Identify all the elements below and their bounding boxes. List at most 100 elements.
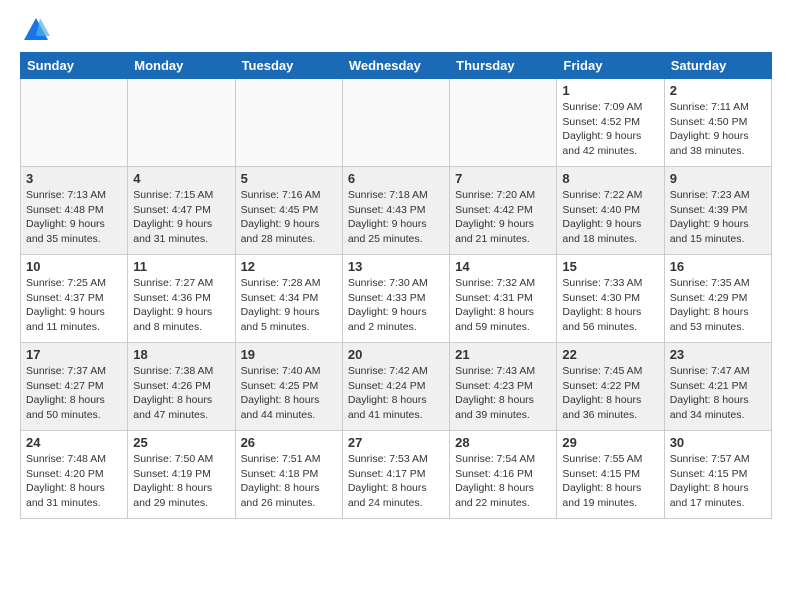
calendar-week-row: 3Sunrise: 7:13 AM Sunset: 4:48 PM Daylig…: [21, 167, 772, 255]
logo-icon: [22, 16, 50, 44]
day-number: 13: [348, 259, 444, 274]
day-info: Sunrise: 7:48 AM Sunset: 4:20 PM Dayligh…: [26, 452, 122, 511]
calendar-cell: 15 Sunrise: 7:33 AM Sunset: 4:30 PM Dayli…: [557, 255, 664, 343]
day-info: Sunrise: 7:55 AM Sunset: 4:15 PM Dayligh…: [562, 452, 658, 511]
day-info: Sunrise: 7:20 AM Sunset: 4:42 PM Dayligh…: [455, 188, 551, 247]
calendar-cell: 1 Sunrise: 7:09 AM Sunset: 4:52 PM Daylig…: [557, 79, 664, 167]
calendar-week-row: 10Sunrise: 7:25 AM Sunset: 4:37 PM Dayli…: [21, 255, 772, 343]
day-number: 15: [562, 259, 658, 274]
day-info: Sunrise: 7:30 AM Sunset: 4:33 PM Dayligh…: [348, 276, 444, 335]
calendar-cell: 4 Sunrise: 7:15 AM Sunset: 4:47 PM Daylig…: [128, 167, 235, 255]
day-info: Sunrise: 7:11 AM Sunset: 4:50 PM Dayligh…: [670, 100, 766, 159]
calendar-cell: [342, 79, 449, 167]
calendar-cell: 27Sunrise: 7:53 AM Sunset: 4:17 PM Dayli…: [342, 431, 449, 519]
day-number: 25: [133, 435, 229, 450]
day-number: 14: [455, 259, 551, 274]
calendar-cell: 16 Sunrise: 7:35 AM Sunset: 4:29 PM Dayli…: [664, 255, 771, 343]
day-info: Sunrise: 7:54 AM Sunset: 4:16 PM Dayligh…: [455, 452, 551, 511]
day-number: 4: [133, 171, 229, 186]
calendar-header-row: SundayMondayTuesdayWednesdayThursdayFrid…: [21, 53, 772, 79]
calendar-cell: 14 Sunrise: 7:32 AM Sunset: 4:31 PM Dayli…: [450, 255, 557, 343]
calendar-cell: 19 Sunrise: 7:40 AM Sunset: 4:25 PM Dayli…: [235, 343, 342, 431]
calendar-cell: 17 Sunrise: 7:37 AM Sunset: 4:27 PM Dayli…: [21, 343, 128, 431]
day-info: Sunrise: 7:42 AM Sunset: 4:24 PM Dayligh…: [348, 364, 444, 423]
day-info: Sunrise: 7:15 AM Sunset: 4:47 PM Dayligh…: [133, 188, 229, 247]
day-number: 12: [241, 259, 337, 274]
calendar-cell: 6 Sunrise: 7:18 AM Sunset: 4:43 PM Daylig…: [342, 167, 449, 255]
day-info: Sunrise: 7:40 AM Sunset: 4:25 PM Dayligh…: [241, 364, 337, 423]
day-number: 9: [670, 171, 766, 186]
day-info: Sunrise: 7:22 AM Sunset: 4:40 PM Dayligh…: [562, 188, 658, 247]
day-number: 21: [455, 347, 551, 362]
calendar-cell: 9 Sunrise: 7:23 AM Sunset: 4:39 PM Daylig…: [664, 167, 771, 255]
day-number: 26: [241, 435, 337, 450]
calendar-cell: 22 Sunrise: 7:45 AM Sunset: 4:22 PM Dayli…: [557, 343, 664, 431]
page: SundayMondayTuesdayWednesdayThursdayFrid…: [0, 0, 792, 529]
calendar-cell: 30Sunrise: 7:57 AM Sunset: 4:15 PM Dayli…: [664, 431, 771, 519]
calendar-cell: 28 Sunrise: 7:54 AM Sunset: 4:16 PM Dayli…: [450, 431, 557, 519]
day-info: Sunrise: 7:35 AM Sunset: 4:29 PM Dayligh…: [670, 276, 766, 335]
calendar-cell: 24Sunrise: 7:48 AM Sunset: 4:20 PM Dayli…: [21, 431, 128, 519]
calendar-cell: 11 Sunrise: 7:27 AM Sunset: 4:36 PM Dayli…: [128, 255, 235, 343]
day-number: 28: [455, 435, 551, 450]
calendar-cell: [128, 79, 235, 167]
day-number: 3: [26, 171, 122, 186]
day-number: 11: [133, 259, 229, 274]
calendar-cell: 29 Sunrise: 7:55 AM Sunset: 4:15 PM Dayli…: [557, 431, 664, 519]
day-info: Sunrise: 7:37 AM Sunset: 4:27 PM Dayligh…: [26, 364, 122, 423]
day-info: Sunrise: 7:50 AM Sunset: 4:19 PM Dayligh…: [133, 452, 229, 511]
day-number: 6: [348, 171, 444, 186]
calendar-cell: 25 Sunrise: 7:50 AM Sunset: 4:19 PM Dayli…: [128, 431, 235, 519]
col-header-sunday: Sunday: [21, 53, 128, 79]
day-number: 17: [26, 347, 122, 362]
day-number: 22: [562, 347, 658, 362]
calendar-cell: 26 Sunrise: 7:51 AM Sunset: 4:18 PM Dayli…: [235, 431, 342, 519]
calendar-week-row: 24Sunrise: 7:48 AM Sunset: 4:20 PM Dayli…: [21, 431, 772, 519]
day-info: Sunrise: 7:53 AM Sunset: 4:17 PM Dayligh…: [348, 452, 444, 511]
day-info: Sunrise: 7:38 AM Sunset: 4:26 PM Dayligh…: [133, 364, 229, 423]
day-info: Sunrise: 7:32 AM Sunset: 4:31 PM Dayligh…: [455, 276, 551, 335]
day-info: Sunrise: 7:43 AM Sunset: 4:23 PM Dayligh…: [455, 364, 551, 423]
col-header-tuesday: Tuesday: [235, 53, 342, 79]
logo: [20, 16, 50, 44]
day-info: Sunrise: 7:27 AM Sunset: 4:36 PM Dayligh…: [133, 276, 229, 335]
day-info: Sunrise: 7:23 AM Sunset: 4:39 PM Dayligh…: [670, 188, 766, 247]
day-number: 2: [670, 83, 766, 98]
day-info: Sunrise: 7:47 AM Sunset: 4:21 PM Dayligh…: [670, 364, 766, 423]
calendar-cell: 3Sunrise: 7:13 AM Sunset: 4:48 PM Daylig…: [21, 167, 128, 255]
day-number: 10: [26, 259, 122, 274]
calendar-cell: 2 Sunrise: 7:11 AM Sunset: 4:50 PM Daylig…: [664, 79, 771, 167]
calendar-cell: [21, 79, 128, 167]
day-number: 1: [562, 83, 658, 98]
calendar-week-row: 17 Sunrise: 7:37 AM Sunset: 4:27 PM Dayli…: [21, 343, 772, 431]
day-info: Sunrise: 7:57 AM Sunset: 4:15 PM Dayligh…: [670, 452, 766, 511]
day-info: Sunrise: 7:33 AM Sunset: 4:30 PM Dayligh…: [562, 276, 658, 335]
day-info: Sunrise: 7:45 AM Sunset: 4:22 PM Dayligh…: [562, 364, 658, 423]
day-number: 20: [348, 347, 444, 362]
day-info: Sunrise: 7:28 AM Sunset: 4:34 PM Dayligh…: [241, 276, 337, 335]
col-header-wednesday: Wednesday: [342, 53, 449, 79]
day-info: Sunrise: 7:51 AM Sunset: 4:18 PM Dayligh…: [241, 452, 337, 511]
day-number: 7: [455, 171, 551, 186]
calendar-cell: 20 Sunrise: 7:42 AM Sunset: 4:24 PM Dayli…: [342, 343, 449, 431]
calendar-cell: 8 Sunrise: 7:22 AM Sunset: 4:40 PM Daylig…: [557, 167, 664, 255]
col-header-thursday: Thursday: [450, 53, 557, 79]
day-info: Sunrise: 7:18 AM Sunset: 4:43 PM Dayligh…: [348, 188, 444, 247]
day-number: 16: [670, 259, 766, 274]
col-header-friday: Friday: [557, 53, 664, 79]
calendar-cell: 10Sunrise: 7:25 AM Sunset: 4:37 PM Dayli…: [21, 255, 128, 343]
day-info: Sunrise: 7:09 AM Sunset: 4:52 PM Dayligh…: [562, 100, 658, 159]
day-number: 5: [241, 171, 337, 186]
header: [20, 16, 772, 44]
calendar-cell: 18 Sunrise: 7:38 AM Sunset: 4:26 PM Dayli…: [128, 343, 235, 431]
calendar-cell: 7 Sunrise: 7:20 AM Sunset: 4:42 PM Daylig…: [450, 167, 557, 255]
day-number: 19: [241, 347, 337, 362]
day-info: Sunrise: 7:16 AM Sunset: 4:45 PM Dayligh…: [241, 188, 337, 247]
calendar-week-row: 1 Sunrise: 7:09 AM Sunset: 4:52 PM Daylig…: [21, 79, 772, 167]
day-number: 8: [562, 171, 658, 186]
day-number: 18: [133, 347, 229, 362]
calendar-cell: 21 Sunrise: 7:43 AM Sunset: 4:23 PM Dayli…: [450, 343, 557, 431]
calendar-cell: [235, 79, 342, 167]
calendar-cell: 12 Sunrise: 7:28 AM Sunset: 4:34 PM Dayli…: [235, 255, 342, 343]
day-number: 29: [562, 435, 658, 450]
